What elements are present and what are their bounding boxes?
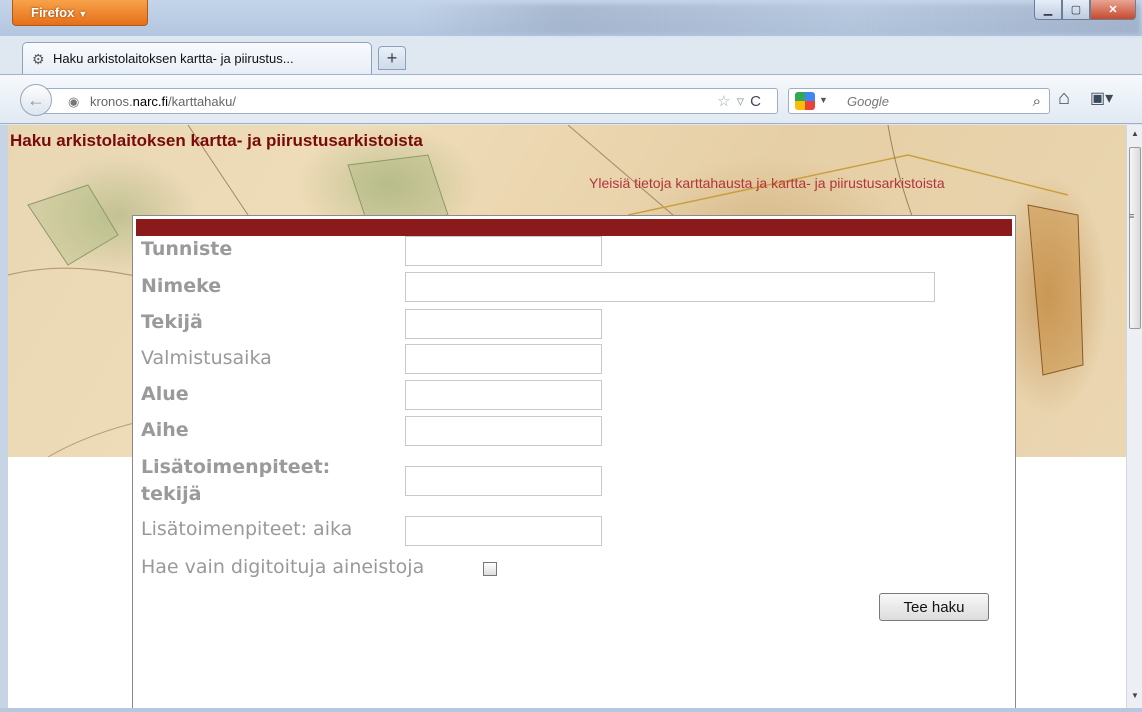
lisatoimenpiteet-aika-input[interactable] [405,516,602,546]
bookmark-star-icon[interactable]: ☆ [717,93,736,110]
lisatoimenpiteet-tekija-input[interactable] [405,466,602,496]
general-info-link[interactable]: Yleisiä tietoja karttahausta ja kartta- … [589,175,945,191]
window-bottom-frame [0,708,1142,712]
back-arrow-icon: ← [27,90,45,110]
back-button[interactable]: ← [20,84,52,116]
label-lisatoimenpiteet-aika: Lisätoimenpiteet: aika [141,518,353,540]
scrollbar-grip-icon: ≡ [1129,211,1135,221]
form-header-bar [136,219,1012,236]
close-window-button[interactable]: ✕ [1090,0,1136,20]
aihe-input[interactable] [405,416,602,446]
url-path: /karttahaku/ [168,94,236,109]
home-icon: ⌂ [1058,87,1071,109]
favicon-icon: ⚙ [32,51,45,67]
alue-input[interactable] [405,380,602,410]
page-viewport: Haku arkistolaitoksen kartta- ja piirust… [8,125,1126,708]
home-button[interactable]: ⌂ [1058,87,1070,110]
bookmarks-menu-button[interactable]: ▣▾ [1090,88,1113,108]
navigation-toolbar: ◉ kronos.narc.fi/karttahaku/ ☆▿C ← ▼ Goo… [0,74,1142,124]
digitized-only-checkbox[interactable] [483,562,497,576]
history-dropdown-icon[interactable]: ▿ [737,93,751,110]
window-left-frame [0,125,8,708]
page-scrollbar[interactable]: ▲ ≡ ▼ [1126,125,1142,708]
tab-karttahaku[interactable]: ⚙ Haku arkistolaitoksen kartta- ja piiru… [22,42,372,74]
label-valmistusaika: Valmistusaika [141,347,272,369]
label-aihe: Aihe [141,419,189,441]
search-bar[interactable]: ▼ Google ⌕ [788,88,1050,114]
label-nimeke: Nimeke [141,275,222,297]
address-bar[interactable]: ◉ kronos.narc.fi/karttahaku/ ☆▿C [44,88,778,114]
search-placeholder: Google [847,94,889,109]
tunniste-input[interactable] [405,236,602,266]
google-logo-icon[interactable] [795,92,815,110]
reload-icon[interactable]: C [750,93,767,110]
titlebar-background [420,4,1140,34]
window-controls: ▁ ▢ ✕ [1034,0,1136,20]
tab-title: Haku arkistolaitoksen kartta- ja piirust… [53,51,294,66]
scroll-down-icon[interactable]: ▼ [1131,691,1139,700]
label-lisatoimenpiteet-tekija-line1: Lisätoimenpiteet: [141,456,331,478]
valmistusaika-input[interactable] [405,344,602,374]
scroll-up-icon[interactable]: ▲ [1131,129,1139,138]
url-prefix: kronos. [90,94,133,109]
url-domain: narc.fi [132,94,169,109]
chevron-down-icon: ▼ [78,9,88,19]
label-digitized-only: Hae vain digitoituja aineistoja [141,556,425,578]
search-engine-dropdown-icon[interactable]: ▼ [819,95,828,105]
label-alue: Alue [141,383,189,405]
firefox-menu-button[interactable]: Firefox ▼ [12,0,148,26]
firefox-menu-label: Firefox [31,5,75,20]
window-titlebar: Firefox ▼ ▁ ▢ ✕ [0,0,1142,36]
bookmarks-icon: ▣▾ [1090,90,1114,107]
tekija-input[interactable] [405,309,602,339]
nimeke-input[interactable] [405,272,935,302]
label-lisatoimenpiteet-tekija-line2: tekijä [141,483,202,505]
search-icon[interactable]: ⌕ [1033,93,1041,110]
globe-icon: ◉ [68,94,80,109]
search-submit-button[interactable]: Tee haku [879,593,989,621]
address-bar-actions: ☆▿C [717,92,767,110]
scrollbar-thumb[interactable] [1129,147,1141,329]
minimize-button[interactable]: ▁ [1034,0,1062,20]
maximize-button[interactable]: ▢ [1062,0,1090,20]
search-form: Tunniste Nimeke Tekijä Valmistusaika Alu… [132,215,1016,708]
label-tunniste: Tunniste [141,238,233,260]
label-tekija: Tekijä [141,311,203,333]
page-title: Haku arkistolaitoksen kartta- ja piirust… [10,131,423,150]
new-tab-button[interactable]: + [378,46,406,70]
